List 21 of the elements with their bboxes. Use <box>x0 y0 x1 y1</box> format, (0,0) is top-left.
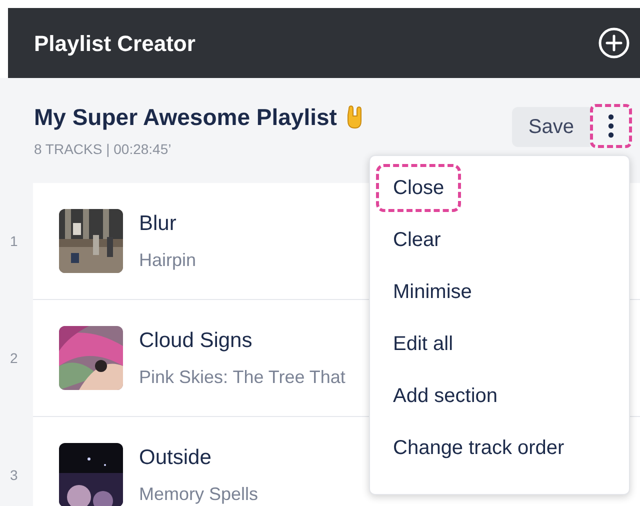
more-button[interactable] <box>590 104 632 148</box>
playlist-title: My Super Awesome Playlist <box>34 103 337 132</box>
track-number: 1 <box>9 232 19 251</box>
menu-item[interactable]: Close <box>376 164 462 212</box>
menu-item[interactable]: Clear <box>376 216 458 264</box>
track-title: Blur <box>139 210 178 237</box>
playlist-meta: 8 TRACKS | 00:28:45’ <box>34 140 172 159</box>
track-artist: Pink Skies: The Tree That <box>139 366 346 390</box>
track-artist: Memory Spells <box>139 483 258 506</box>
track-number: 2 <box>9 349 19 368</box>
track-number: 3 <box>9 466 19 485</box>
more-icon <box>608 114 614 138</box>
add-icon[interactable] <box>598 27 630 59</box>
menu-item[interactable]: Add section <box>376 372 515 420</box>
track-artist: Hairpin <box>139 249 196 272</box>
track-title: Cloud Signs <box>139 328 254 354</box>
menu-item[interactable]: Edit all <box>376 320 470 368</box>
save-button[interactable]: Save <box>512 107 590 147</box>
app-title: Playlist Creator <box>34 30 196 58</box>
track-title: Outside <box>139 444 212 471</box>
menu-item[interactable]: Change track order <box>376 424 582 472</box>
